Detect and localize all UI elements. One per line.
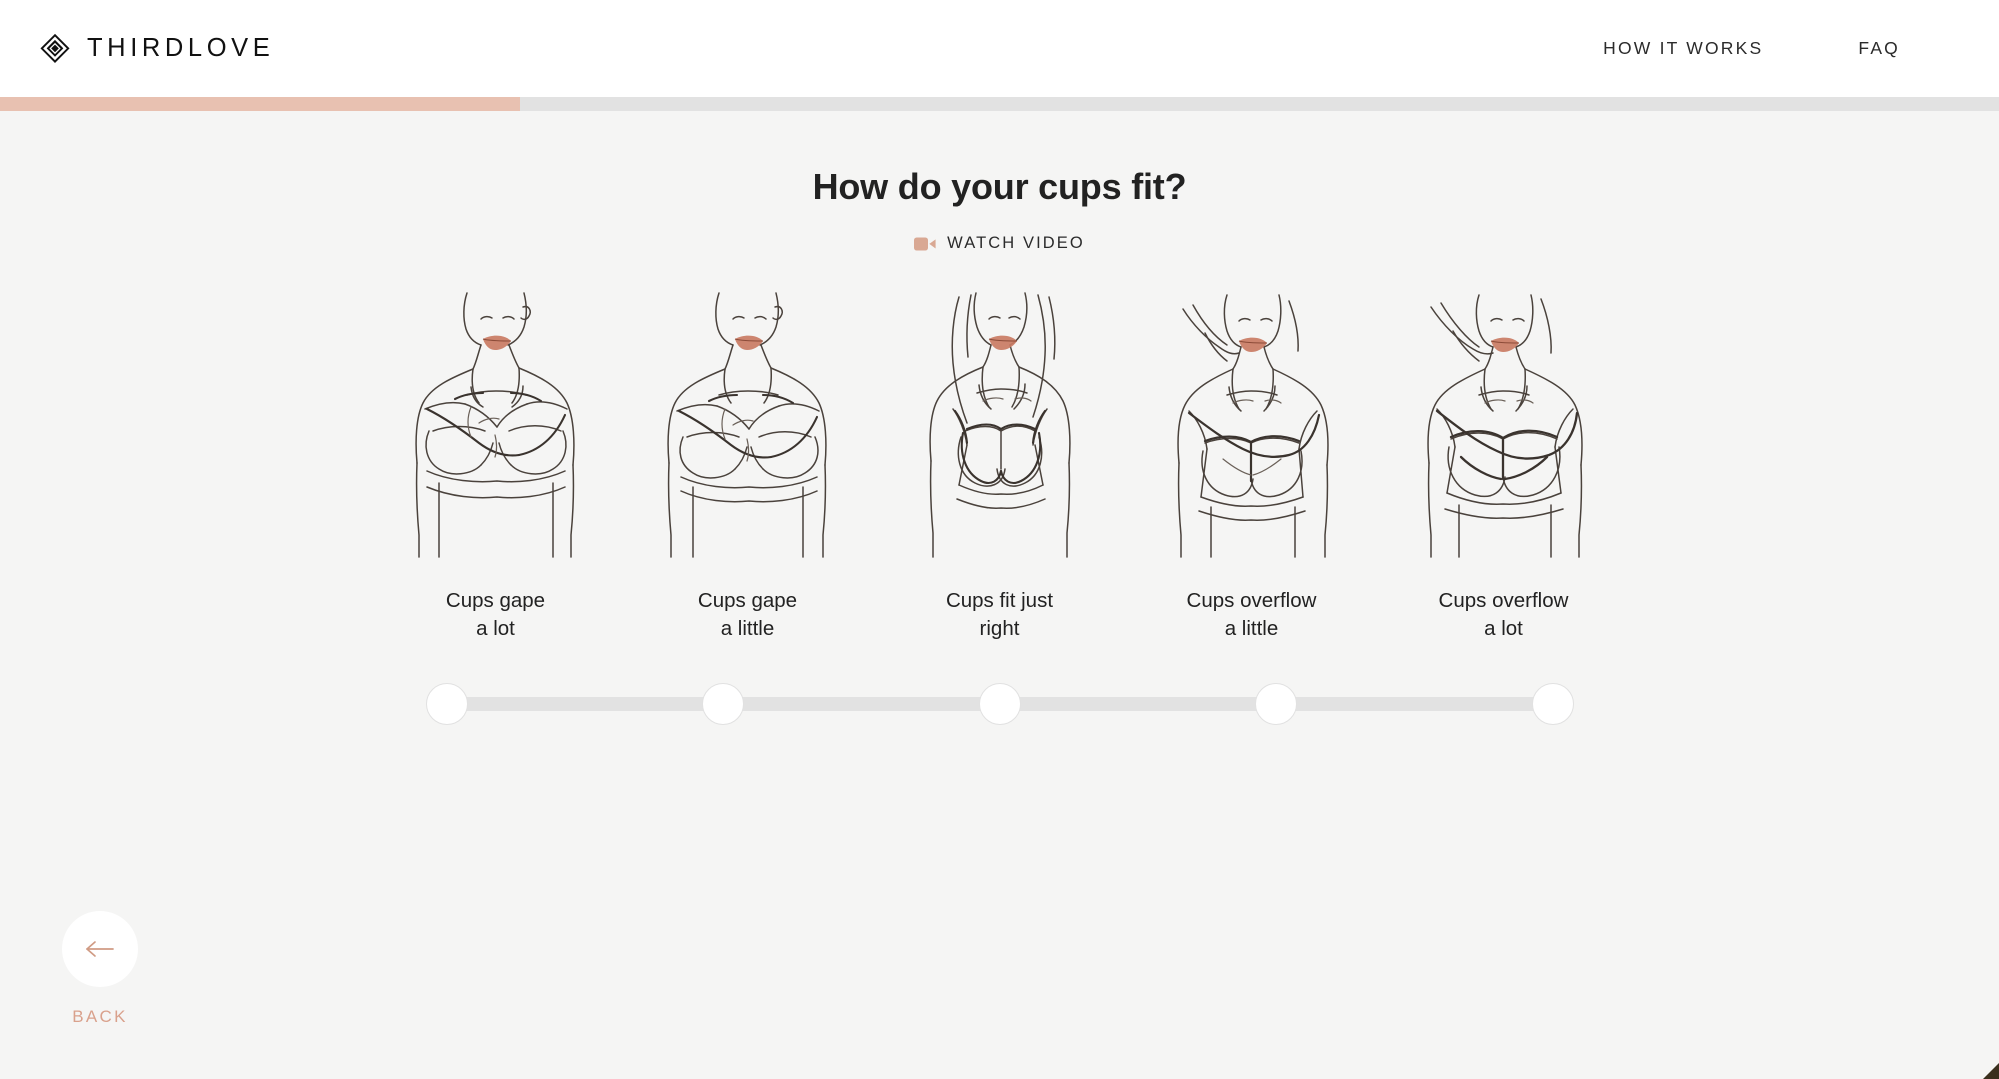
fit-option-overflow-a-little[interactable]: Cups overflow a little [1126, 291, 1378, 644]
fit-slider-knob-1[interactable] [425, 682, 468, 725]
watch-video-button[interactable]: WATCH VIDEO [914, 234, 1085, 253]
fit-option-label: Cups gape a little [697, 589, 798, 641]
nav-link-how-it-works[interactable]: HOW IT WORKS [1603, 38, 1763, 59]
fit-option-gape-a-little[interactable]: Cups gape a little [622, 291, 874, 644]
fit-slider-knob-5[interactable] [1531, 682, 1574, 725]
main-content: How do your cups fit? WATCH VIDEO Cups g… [0, 111, 1999, 1079]
back-button[interactable]: BACK [62, 911, 138, 1027]
thirdlove-diamond-logo-icon [40, 33, 70, 63]
fit-slider-knob-4[interactable] [1255, 682, 1297, 725]
fit-options-group: Cups gape a lot Cups gape a little Cups … [370, 291, 1630, 644]
video-camera-icon [914, 237, 936, 250]
fit-option-label: Cups overflow a little [1186, 589, 1317, 641]
back-button-label: BACK [72, 1007, 128, 1026]
quiz-progress-bar [0, 97, 1999, 111]
arrow-left-icon [86, 941, 114, 957]
back-button-circle[interactable] [62, 911, 138, 987]
fit-slider-knob-3[interactable] [978, 682, 1021, 725]
brand-wordmark: THIRDLOVE [87, 33, 275, 62]
site-header: THIRDLOVE HOW IT WORKS FAQ [0, 0, 1999, 97]
fit-option-overflow-a-lot[interactable]: Cups overflow a lot [1378, 291, 1630, 644]
fit-slider[interactable] [425, 682, 1575, 726]
corner-marker [1983, 1063, 1999, 1079]
watch-video-label: WATCH VIDEO [947, 234, 1085, 252]
fit-option-label: Cups overflow a lot [1438, 589, 1569, 641]
fit-option-fit-just-right[interactable]: Cups fit just right [874, 291, 1126, 644]
fit-option-label: Cups fit just right [945, 589, 1054, 641]
fit-option-label: Cups gape a lot [445, 589, 546, 641]
torso-cups-fit-just-right-illustration [929, 292, 1071, 558]
torso-cups-overflow-a-lot-illustration [1427, 294, 1583, 558]
torso-cups-overflow-a-little-illustration [1177, 294, 1329, 558]
fit-slider-knob-2[interactable] [702, 682, 744, 725]
brand-logo[interactable]: THIRDLOVE [38, 32, 274, 66]
torso-cups-gape-a-lot-illustration [415, 292, 575, 558]
quiz-progress-fill [0, 97, 520, 111]
fit-option-gape-a-lot[interactable]: Cups gape a lot [370, 291, 622, 644]
page-title: How do your cups fit? [812, 166, 1187, 207]
main-nav: HOW IT WORKS FAQ [1603, 38, 1955, 59]
torso-cups-gape-a-little-illustration [667, 292, 827, 558]
nav-link-faq[interactable]: FAQ [1858, 38, 1900, 59]
